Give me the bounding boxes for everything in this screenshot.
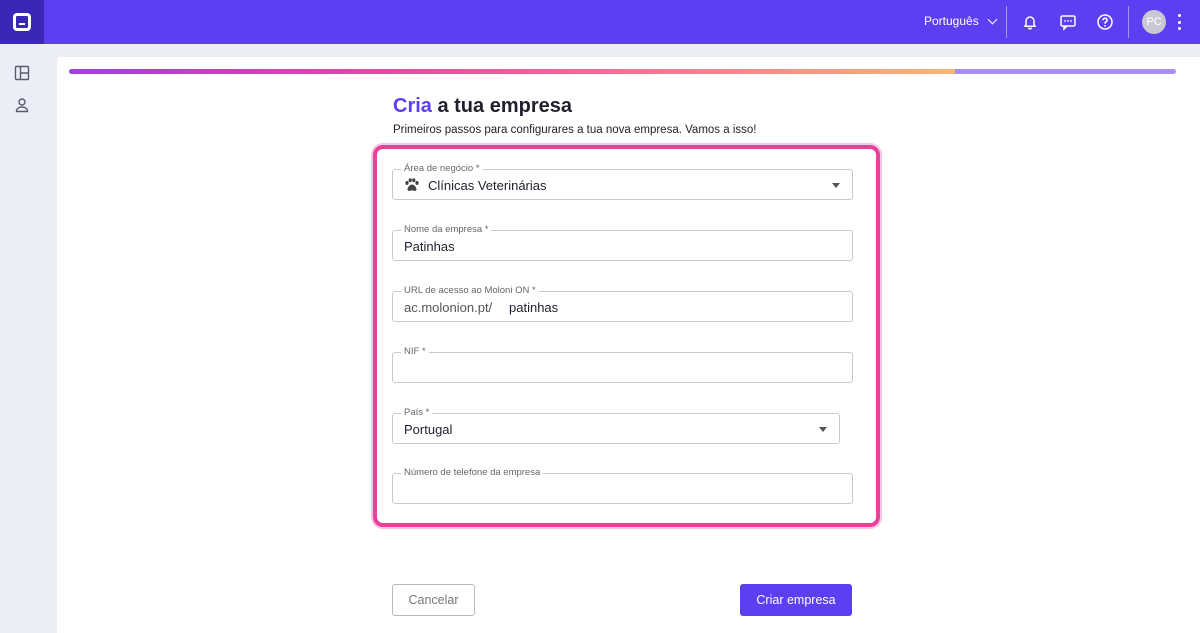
divider bbox=[1128, 6, 1129, 38]
business-area-select[interactable]: Área de negócio * Clínicas Veterinárias bbox=[392, 163, 853, 200]
dropdown-caret-icon bbox=[819, 427, 827, 432]
progress-bar bbox=[69, 69, 1176, 74]
access-url-label: URL de acesso ao Moloni ON * bbox=[401, 285, 539, 297]
messages-button[interactable] bbox=[1058, 12, 1078, 32]
company-name-value: Patinhas bbox=[404, 239, 455, 254]
page-title-accent: Cria bbox=[393, 95, 432, 117]
business-area-value: Clínicas Veterinárias bbox=[428, 178, 547, 193]
top-bar: Português PC bbox=[0, 0, 1200, 44]
nif-label: NIF * bbox=[401, 346, 429, 358]
help-button[interactable] bbox=[1095, 12, 1115, 32]
phone-label: Número de telefone da empresa bbox=[401, 467, 544, 479]
language-selector[interactable]: Português bbox=[924, 14, 998, 28]
nif-field[interactable]: NIF * bbox=[392, 346, 853, 383]
page-title: Cria a tua empresa bbox=[393, 95, 572, 118]
access-url-field[interactable]: URL de acesso ao Moloni ON * ac.molonion… bbox=[392, 285, 853, 322]
user-icon bbox=[15, 98, 29, 113]
company-name-label: Nome da empresa * bbox=[401, 224, 492, 236]
sidebar-item-dashboard[interactable] bbox=[12, 63, 32, 83]
country-select[interactable]: País * Portugal bbox=[392, 407, 840, 444]
chat-icon bbox=[1060, 15, 1076, 31]
notifications-button[interactable] bbox=[1020, 12, 1040, 32]
access-url-prefix: ac.molonion.pt/ bbox=[404, 300, 493, 315]
divider bbox=[1006, 6, 1007, 38]
app-logo[interactable] bbox=[0, 0, 44, 44]
sidebar-item-profile[interactable] bbox=[12, 95, 32, 115]
country-label: País * bbox=[401, 407, 433, 419]
avatar[interactable]: PC bbox=[1142, 10, 1166, 34]
dropdown-caret-icon bbox=[832, 183, 840, 188]
access-url-value: patinhas bbox=[509, 300, 559, 315]
chevron-down-icon bbox=[987, 14, 998, 24]
create-company-button[interactable]: Criar empresa bbox=[740, 584, 852, 616]
help-icon bbox=[1097, 14, 1113, 30]
moloni-logo-icon bbox=[13, 13, 31, 31]
company-name-field[interactable]: Nome da empresa * Patinhas bbox=[392, 224, 853, 261]
page-subtitle: Primeiros passos para configurares a tua… bbox=[393, 124, 757, 136]
bell-icon bbox=[1024, 16, 1036, 30]
layout-icon bbox=[14, 65, 30, 81]
progress-fill bbox=[69, 69, 955, 74]
language-label: Português bbox=[924, 14, 979, 28]
paw-icon bbox=[405, 178, 419, 191]
page-title-rest: a tua empresa bbox=[431, 95, 572, 117]
country-value: Portugal bbox=[404, 422, 453, 437]
cancel-button[interactable]: Cancelar bbox=[392, 584, 475, 616]
business-area-label: Área de negócio * bbox=[401, 163, 483, 175]
more-options-icon[interactable] bbox=[1176, 14, 1182, 30]
phone-field[interactable]: Número de telefone da empresa bbox=[392, 467, 853, 504]
sidebar bbox=[0, 44, 44, 633]
